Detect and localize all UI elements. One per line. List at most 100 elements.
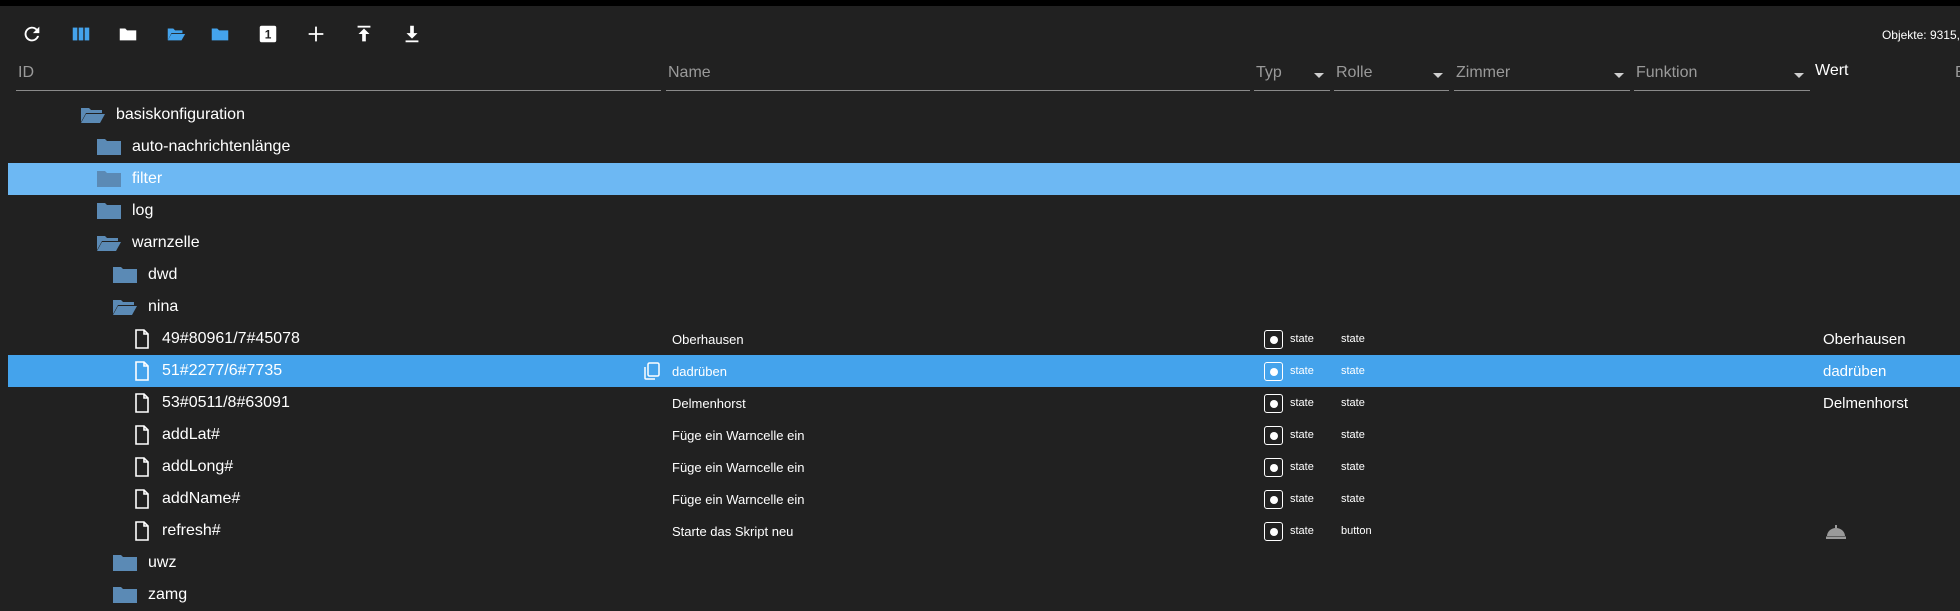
tree-item-label: 53#0511/8#63091	[162, 394, 290, 411]
refresh-icon[interactable]	[16, 18, 48, 50]
wert-column-header: Wert	[1815, 62, 1849, 79]
tree-row-folder[interactable]: auto-nachrichtenlänge	[8, 131, 1960, 163]
folder-blue-icon[interactable]	[204, 18, 236, 50]
tree-item-label: basiskonfiguration	[116, 106, 245, 123]
name-filter-placeholder: Name	[668, 64, 711, 81]
object-role: state	[1341, 461, 1365, 473]
object-type: state	[1290, 525, 1314, 537]
object-role: state	[1341, 333, 1365, 345]
object-role: state	[1341, 397, 1365, 409]
object-type: state	[1290, 333, 1314, 345]
copy-icon[interactable]	[642, 361, 662, 381]
plus-icon[interactable]	[300, 18, 332, 50]
tree-row-folder[interactable]: log	[8, 195, 1960, 227]
zimmer-filter-select[interactable]: Zimmer	[1454, 60, 1630, 91]
file-icon	[134, 361, 150, 381]
window-top-border	[0, 0, 1960, 6]
folder-icon[interactable]	[96, 169, 122, 189]
tree-item-label: auto-nachrichtenlänge	[132, 138, 291, 155]
tree-row-state[interactable]: addLat# Füge ein Warncelle ein state state	[8, 419, 1960, 451]
object-name: Delmenhorst	[672, 396, 746, 411]
object-name: Starte das Skript neu	[672, 524, 794, 539]
object-name: dadrüben	[672, 364, 727, 379]
tree-row-state[interactable]: addName# Füge ein Warncelle ein state state	[8, 483, 1960, 515]
object-value[interactable]: Delmenhorst	[1823, 395, 1908, 412]
object-role: state	[1341, 365, 1365, 377]
folder-open-icon[interactable]	[160, 18, 192, 50]
object-type: state	[1290, 365, 1314, 377]
chevron-down-icon	[1614, 73, 1624, 78]
folder-icon[interactable]	[112, 553, 138, 573]
tree-row-state[interactable]: 53#0511/8#63091 Delmenhorst state state Delm…	[8, 387, 1960, 419]
tree-item-label: uwz	[148, 554, 177, 571]
file-icon	[134, 457, 150, 477]
file-icon	[134, 425, 150, 445]
tree-row-folder[interactable]: dwd	[8, 259, 1960, 291]
tree-row-state[interactable]: 49#80961/7#45078 Oberhausen state state Ober…	[8, 323, 1960, 355]
zimmer-filter-placeholder: Zimmer	[1456, 64, 1511, 81]
typ-filter-select[interactable]: Typ	[1254, 60, 1330, 91]
download-icon[interactable]	[396, 18, 428, 50]
bell-icon[interactable]	[1824, 521, 1848, 543]
object-type: state	[1290, 397, 1314, 409]
name-filter-input[interactable]: Name	[666, 60, 1250, 91]
tree-item-label: log	[132, 202, 154, 219]
object-role: state	[1341, 493, 1365, 505]
folder-icon[interactable]	[96, 137, 122, 157]
state-type-icon	[1264, 522, 1283, 541]
tree-row-folder[interactable]: filter	[8, 163, 1960, 195]
object-role: state	[1341, 429, 1365, 441]
toolbar: 1 Objekte: 9315,	[8, 8, 1960, 56]
tree-row-folder[interactable]: basiskonfiguration	[8, 99, 1960, 131]
object-value[interactable]: Oberhausen	[1823, 331, 1906, 348]
tree-row-folder[interactable]: warnzelle	[8, 227, 1960, 259]
folder-icon[interactable]	[112, 585, 138, 605]
id-filter-input[interactable]: ID	[16, 60, 661, 91]
rolle-filter-select[interactable]: Rolle	[1334, 60, 1449, 91]
object-type: state	[1290, 493, 1314, 505]
file-icon	[134, 489, 150, 509]
id-filter-placeholder: ID	[18, 64, 34, 81]
state-type-icon	[1264, 394, 1283, 413]
folder-icon[interactable]	[96, 201, 122, 221]
funktion-filter-select[interactable]: Funktion	[1634, 60, 1810, 91]
folder-open-icon[interactable]	[112, 297, 138, 317]
tree-item-label: addName#	[162, 490, 241, 507]
b-column-header: B	[1955, 64, 1960, 82]
svg-text:1: 1	[265, 28, 272, 42]
state-type-icon	[1264, 490, 1283, 509]
column-filters: ID Name Typ Rolle Zimmer Funktion	[0, 60, 1960, 94]
state-type-icon	[1264, 330, 1283, 349]
typ-filter-placeholder: Typ	[1256, 64, 1282, 81]
one-icon[interactable]: 1	[252, 18, 284, 50]
object-type: state	[1290, 429, 1314, 441]
chevron-down-icon	[1314, 73, 1324, 78]
state-type-icon	[1264, 362, 1283, 381]
folder-open-icon[interactable]	[96, 233, 122, 253]
folder-open-icon[interactable]	[80, 105, 106, 125]
object-name: Oberhausen	[672, 332, 744, 347]
upload-icon[interactable]	[348, 18, 380, 50]
file-icon	[134, 521, 150, 541]
tree-row-state[interactable]: addLong# Füge ein Warncelle ein state state	[8, 451, 1960, 483]
tree-row-state[interactable]: 51#2277/6#7735 dadrüben state state dadrüben	[8, 355, 1960, 387]
rolle-filter-placeholder: Rolle	[1336, 64, 1373, 81]
state-type-icon	[1264, 426, 1283, 445]
object-count: Objekte: 9315,	[1881, 28, 1960, 42]
tree-row-folder[interactable]: nina	[8, 291, 1960, 323]
tree-item-label: addLat#	[162, 426, 220, 443]
tree-row-folder[interactable]: zamg	[8, 579, 1960, 611]
folder-icon[interactable]	[112, 265, 138, 285]
tree-row-state[interactable]: refresh# Starte das Skript neu state button	[8, 515, 1960, 547]
object-value[interactable]: dadrüben	[1823, 363, 1886, 380]
state-type-icon	[1264, 458, 1283, 477]
tree-item-label: 49#80961/7#45078	[162, 330, 300, 347]
object-type: state	[1290, 461, 1314, 473]
folder-closed-icon[interactable]	[112, 18, 144, 50]
funktion-filter-placeholder: Funktion	[1636, 64, 1698, 81]
tree-row-folder[interactable]: uwz	[8, 547, 1960, 579]
object-name: Füge ein Warncelle ein	[672, 428, 805, 443]
columns-icon[interactable]	[65, 18, 97, 50]
tree-item-label: addLong#	[162, 458, 234, 475]
chevron-down-icon	[1794, 73, 1804, 78]
